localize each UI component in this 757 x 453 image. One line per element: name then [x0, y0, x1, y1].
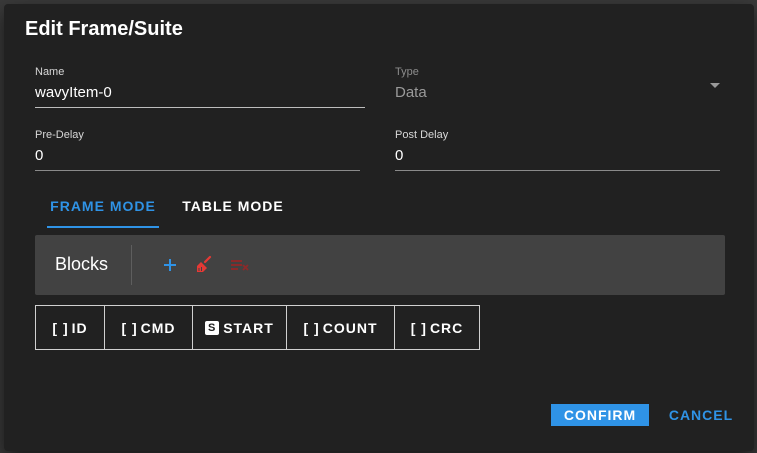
brackets-icon: [ ] — [52, 319, 69, 336]
chip-crc-label: CRC — [429, 319, 464, 336]
chip-crc[interactable]: [ ] CRC — [394, 305, 480, 350]
toolbar-divider — [131, 245, 132, 285]
chip-id[interactable]: [ ] ID — [35, 305, 105, 350]
post-delay-label: Post Delay — [395, 129, 449, 141]
pre-delay-underline — [35, 170, 360, 171]
post-delay-field[interactable]: Post Delay 0 — [395, 129, 720, 171]
chip-count-label: COUNT — [322, 319, 378, 336]
type-value: Data — [395, 84, 427, 101]
pre-delay-input[interactable]: 0 — [35, 145, 360, 167]
caret-down-icon — [710, 83, 720, 88]
add-icon[interactable] — [159, 254, 181, 276]
type-label: Type — [395, 66, 419, 78]
clear-list-icon — [229, 254, 251, 276]
name-underline — [35, 107, 365, 108]
brackets-icon: [ ] — [303, 319, 320, 336]
post-delay-input[interactable]: 0 — [395, 145, 720, 167]
cancel-button[interactable]: CANCEL — [666, 404, 736, 426]
tab-frame-mode[interactable]: FRAME MODE — [47, 190, 159, 228]
tab-table-mode[interactable]: TABLE MODE — [175, 190, 291, 228]
tab-active-indicator — [47, 226, 159, 228]
name-input[interactable]: wavyItem-0 — [35, 82, 365, 104]
type-select[interactable]: Type Data — [395, 66, 720, 108]
confirm-button[interactable]: CONFIRM — [551, 404, 649, 426]
edit-frame-dialog: Edit Frame/Suite Name wavyItem-0 Type Da… — [4, 4, 754, 451]
pre-delay-label: Pre-Delay — [35, 129, 84, 141]
blocks-title: Blocks — [55, 254, 109, 274]
post-delay-underline — [395, 170, 720, 171]
brackets-icon: [ ] — [121, 319, 138, 336]
name-label: Name — [35, 66, 65, 78]
chip-count[interactable]: [ ] COUNT — [286, 305, 395, 350]
chip-start[interactable]: S START — [192, 305, 287, 350]
dialog-title: Edit Frame/Suite — [25, 18, 183, 40]
name-field[interactable]: Name wavyItem-0 — [35, 66, 365, 108]
chip-cmd-label: CMD — [140, 319, 176, 336]
start-s-icon: S — [205, 320, 220, 335]
chip-id-label: ID — [71, 319, 88, 336]
broom-icon[interactable] — [193, 254, 215, 276]
block-chips: [ ] ID [ ] CMD S START [ ] COUNT [ ] CRC — [35, 305, 480, 350]
chip-cmd[interactable]: [ ] CMD — [104, 305, 193, 350]
pre-delay-field[interactable]: Pre-Delay 0 — [35, 129, 360, 171]
blocks-toolbar: Blocks — [35, 235, 725, 295]
chip-start-label: START — [223, 319, 274, 336]
brackets-icon: [ ] — [410, 319, 427, 336]
